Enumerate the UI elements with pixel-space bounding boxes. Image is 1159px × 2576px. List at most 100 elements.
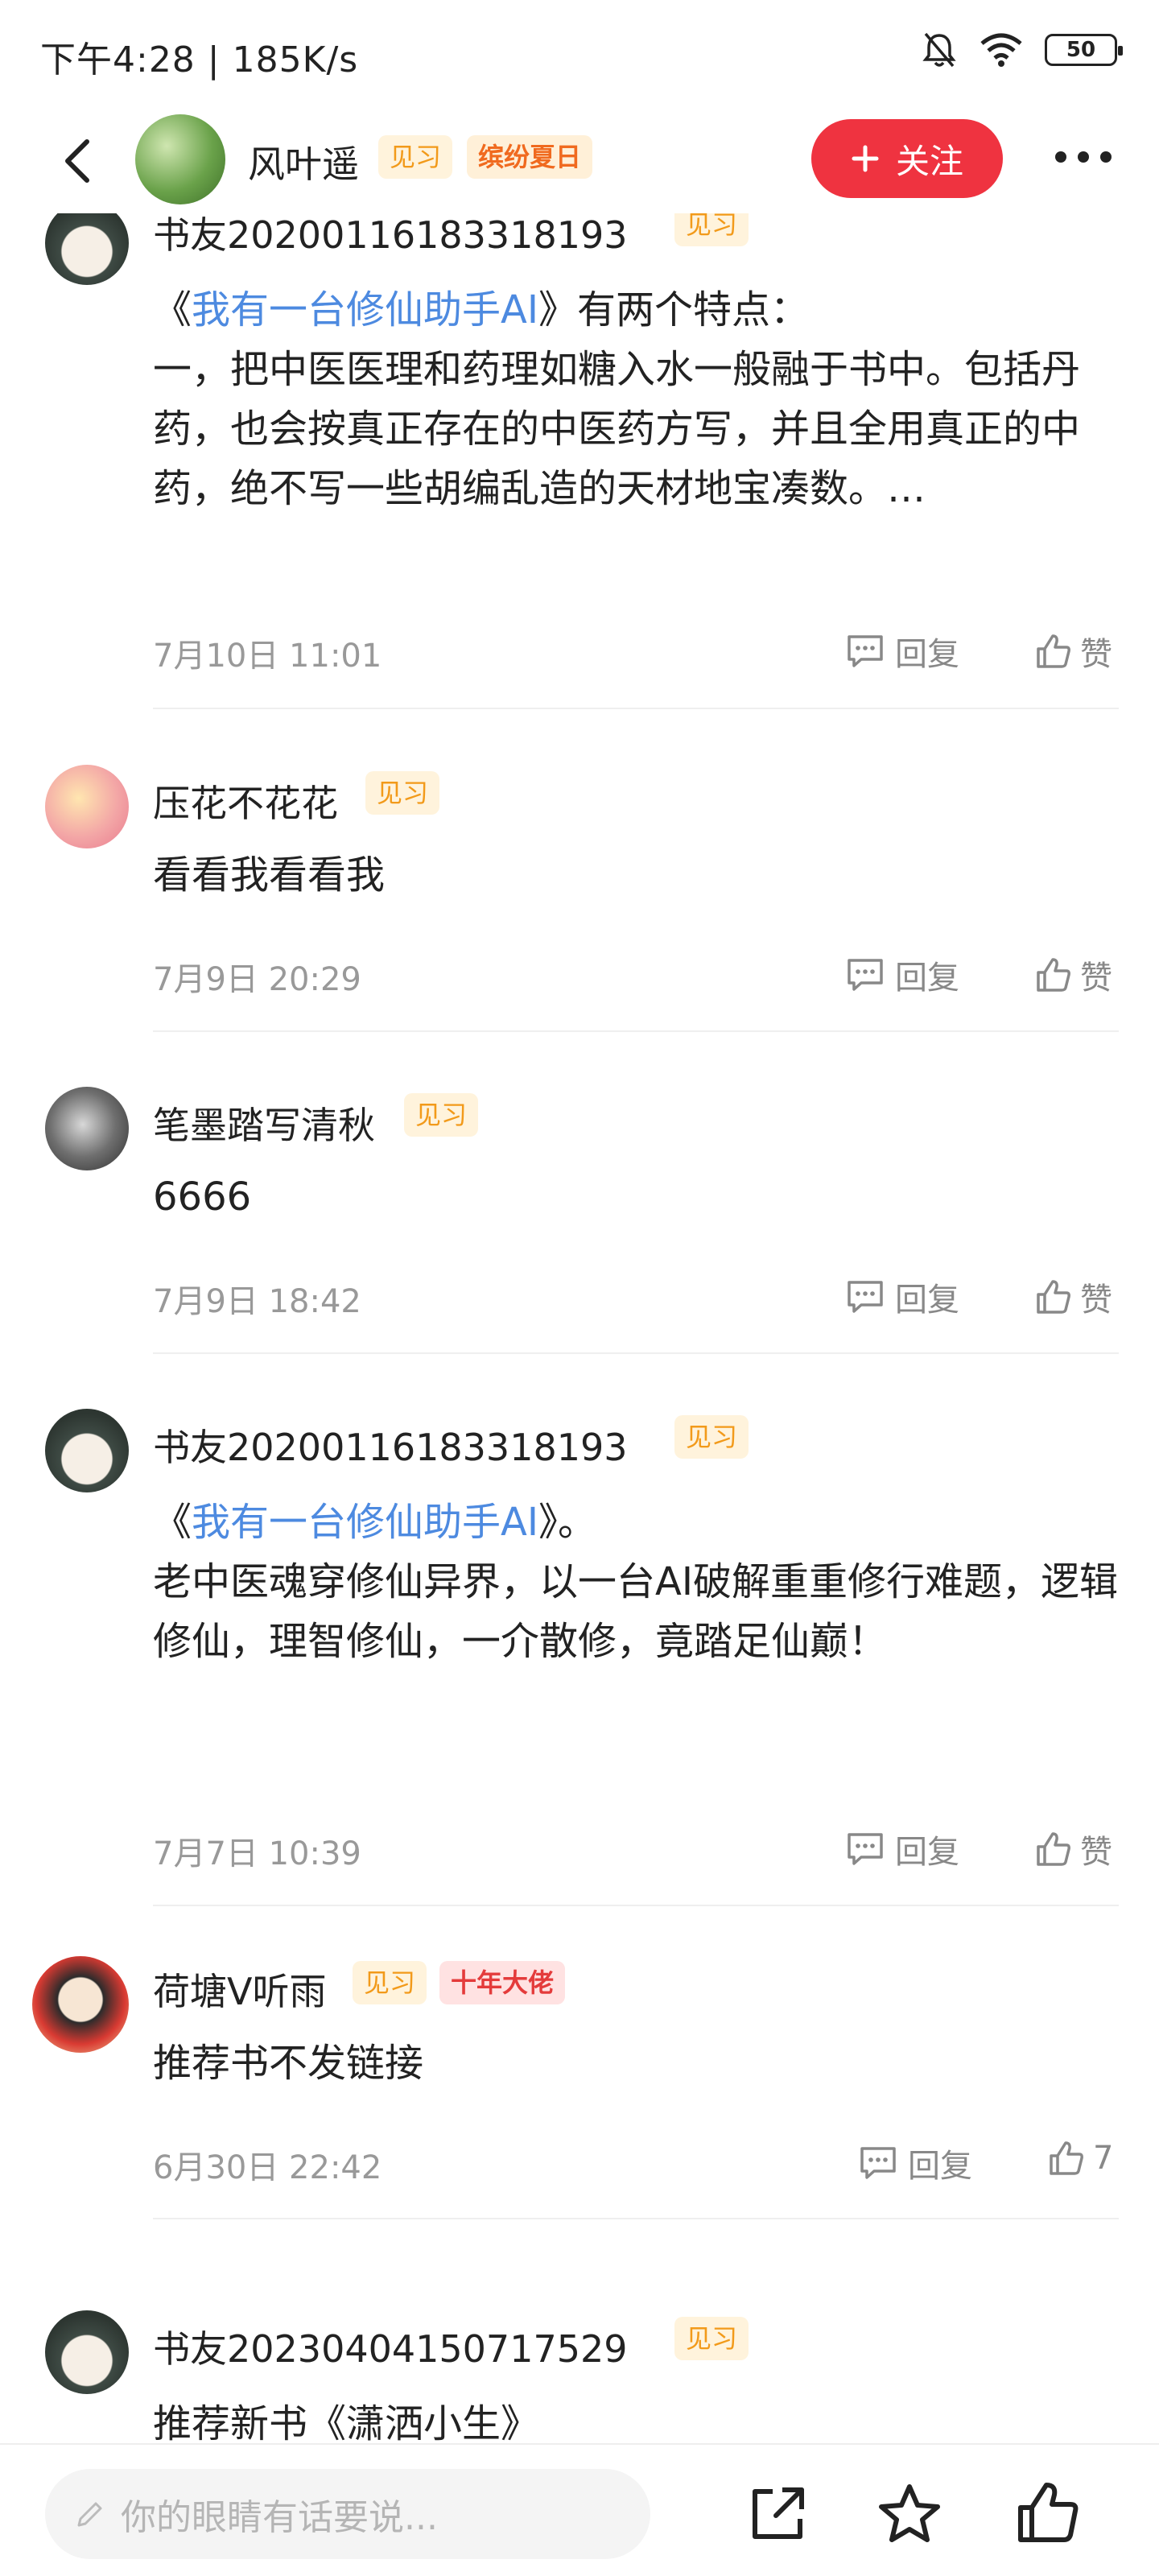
reply-label: 回复 <box>895 1282 959 1319</box>
thumb-up-icon <box>1037 1832 1070 1866</box>
like-count: 赞 <box>1080 1834 1112 1871</box>
book-link[interactable]: 我有一台修仙助手AI <box>192 287 538 332</box>
comment-bubble-icon <box>848 959 883 991</box>
comment-badges: 见习 <box>674 213 749 246</box>
user-avatar[interactable] <box>45 765 129 848</box>
input-placeholder: 你的眼睛有话要说... <box>121 2497 438 2538</box>
user-avatar[interactable] <box>45 213 129 285</box>
comment-text[interactable]: 推荐书不发链接 <box>153 2033 1119 2093</box>
status-icons: 50 <box>921 31 1123 69</box>
reply-button[interactable]: 回复 <box>845 952 959 998</box>
follow-button[interactable]: 关注 <box>811 119 1003 198</box>
status-bar: 下午4:28 | 185K/s 50 <box>0 0 1159 105</box>
comment-text[interactable]: 6666 <box>153 1167 1119 1227</box>
event-badge: 缤纷夏日 <box>467 135 593 179</box>
comment-bubble-icon <box>848 635 883 667</box>
comment-time: 7月9日 18:42 <box>153 1283 361 1320</box>
comment-badges: 见习 十年大佬 <box>353 1961 566 2004</box>
level-badge: 见习 <box>674 213 749 246</box>
user-avatar[interactable] <box>45 2310 129 2394</box>
level-badge: 见习 <box>674 2317 749 2360</box>
user-avatar[interactable] <box>32 1956 129 2053</box>
comment-time: 7月10日 11:01 <box>153 638 382 675</box>
comment-bubble-icon <box>848 1281 883 1313</box>
reply-label: 回复 <box>895 960 959 997</box>
comment-username[interactable]: 压花不花花 <box>153 774 338 828</box>
level-badge: 见习 <box>674 1415 749 1459</box>
comment-username[interactable]: 书友20200116183318193 <box>153 213 628 259</box>
more-icon[interactable] <box>1053 145 1114 169</box>
quote-open: 《 <box>153 1500 192 1545</box>
like-count: 7 <box>1093 2140 1114 2177</box>
thumb-up-icon <box>1037 1280 1070 1314</box>
comment-badges: 见习 <box>404 1093 479 1137</box>
divider <box>153 1030 1119 1032</box>
thumb-up-icon <box>1050 2141 1083 2175</box>
level-badge: 见习 <box>353 1961 427 2004</box>
book-link[interactable]: 我有一台修仙助手AI <box>192 1500 538 1545</box>
divider <box>153 2218 1119 2219</box>
comment-text[interactable]: 推荐新书《潇洒小生》 <box>153 2394 1119 2443</box>
comment-time: 7月7日 10:39 <box>153 1835 361 1872</box>
comment-text[interactable]: 《我有一台修仙助手AI》。 老中医魂穿修仙异界，以一台AI破解重重修行难题，逻辑… <box>153 1492 1119 1671</box>
thumb-up-icon <box>1037 634 1070 668</box>
thumb-up-icon[interactable] <box>1016 2480 1080 2545</box>
pencil-icon <box>77 2502 102 2527</box>
back-icon[interactable] <box>58 137 98 185</box>
like-button[interactable]: 赞 <box>1035 1274 1112 1320</box>
user-avatar[interactable] <box>45 1087 129 1170</box>
like-count: 赞 <box>1080 960 1112 997</box>
reply-button[interactable]: 回复 <box>845 1274 959 1320</box>
reply-button[interactable]: 回复 <box>845 1826 959 1872</box>
divider <box>153 1352 1119 1354</box>
like-count: 赞 <box>1080 636 1112 673</box>
mute-bell-icon <box>922 32 956 68</box>
comment-text[interactable]: 看看我看看我 <box>153 845 1119 905</box>
reply-label: 回复 <box>908 2148 972 2185</box>
veteran-badge: 十年大佬 <box>439 1961 566 2004</box>
level-badge: 见习 <box>365 771 440 815</box>
quote-open: 《 <box>153 287 192 332</box>
reply-label: 回复 <box>895 636 959 673</box>
comment-badges: 见习 <box>674 1415 749 1459</box>
comment-username[interactable]: 书友20230404150717529 <box>153 2320 628 2373</box>
comment-text[interactable]: 《我有一台修仙助手AI》有两个特点： 一，把中医医理和药理如糖入水一般融于书中。… <box>153 280 1119 518</box>
comment-bubble-icon <box>860 2147 896 2179</box>
bottom-bar: 你的眼睛有话要说... <box>0 2443 1159 2576</box>
share-icon[interactable] <box>747 2483 808 2545</box>
like-button[interactable]: 赞 <box>1035 628 1112 675</box>
comment-time: 7月9日 20:29 <box>153 961 361 998</box>
battery-icon: 50 <box>1045 34 1123 66</box>
wifi-icon <box>980 33 1022 67</box>
comment-username[interactable]: 荷塘V听雨 <box>153 1963 326 2016</box>
like-button[interactable]: 赞 <box>1035 1826 1112 1872</box>
divider <box>153 1905 1119 1906</box>
battery-level: 50 <box>1066 38 1096 62</box>
comment-bubble-icon <box>848 1833 883 1865</box>
comment-username[interactable]: 笔墨踏写清秋 <box>153 1096 375 1150</box>
comment-badges: 见习 <box>674 2317 749 2360</box>
star-icon[interactable] <box>877 2482 942 2546</box>
user-avatar[interactable] <box>45 1409 129 1492</box>
divider <box>153 708 1119 709</box>
level-badge: 见习 <box>378 135 453 179</box>
like-count: 赞 <box>1080 1282 1112 1319</box>
author-name[interactable]: 风叶遥 <box>248 135 359 188</box>
plus-icon <box>852 145 879 172</box>
reply-button[interactable]: 回复 <box>845 628 959 675</box>
comment-list[interactable]: 书友20200116183318193 见习 《我有一台修仙助手AI》有两个特点… <box>0 213 1159 2443</box>
comment-input[interactable]: 你的眼睛有话要说... <box>45 2469 650 2559</box>
like-button[interactable]: 7 <box>1048 2140 1113 2177</box>
level-badge: 见习 <box>404 1093 479 1137</box>
follow-label: 关注 <box>895 141 963 181</box>
like-button[interactable]: 赞 <box>1035 952 1112 998</box>
comment-time: 6月30日 22:42 <box>153 2149 382 2186</box>
thumb-up-icon <box>1037 958 1070 992</box>
header: 风叶遥 见习 缤纷夏日 关注 <box>0 105 1159 213</box>
status-time-speed: 下午4:28 | 185K/s <box>40 39 359 80</box>
comment-badges: 见习 <box>365 771 440 815</box>
reply-button[interactable]: 回复 <box>858 2140 972 2186</box>
author-avatar[interactable] <box>135 114 225 204</box>
reply-label: 回复 <box>895 1834 959 1871</box>
comment-username[interactable]: 书友20200116183318193 <box>153 1418 628 1472</box>
